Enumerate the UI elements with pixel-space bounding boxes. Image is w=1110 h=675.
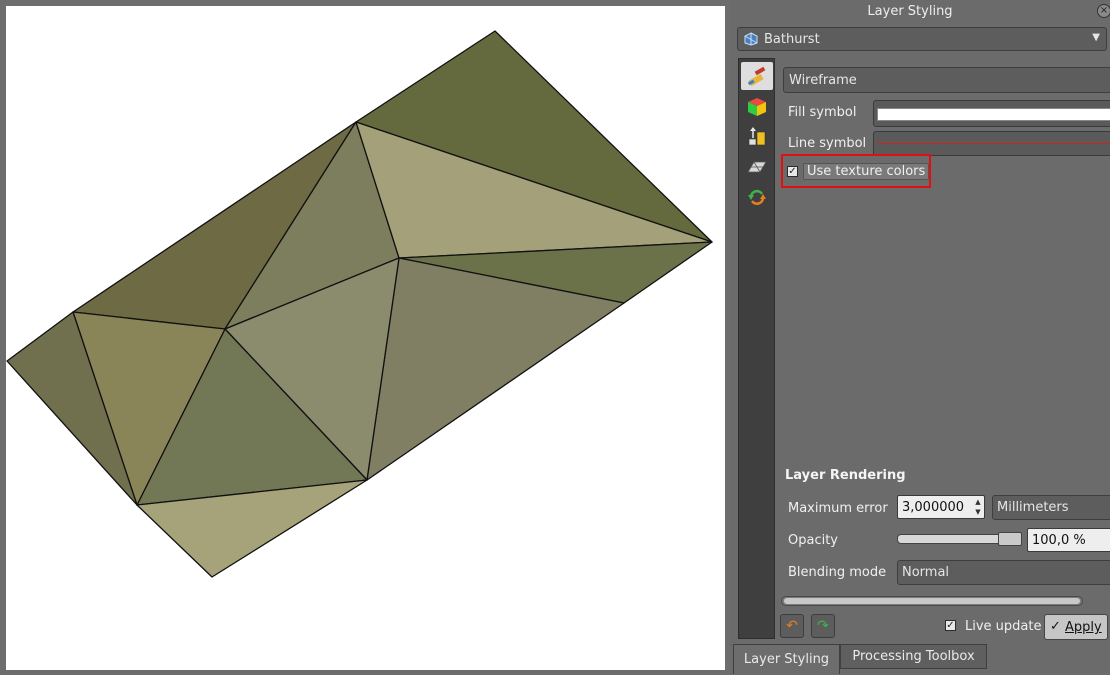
elevation-icon <box>748 127 766 146</box>
opacity-value: 100,0 % <box>1032 533 1086 548</box>
undo-button[interactable]: ↶ <box>780 614 804 638</box>
symbology-tab[interactable] <box>741 62 773 90</box>
use-texture-checkbox[interactable]: ✓ <box>787 166 798 177</box>
renderer-settings: Wireframe Fill symbol Line symbol ✓ Use … <box>776 58 1110 640</box>
style-tabs-bar <box>738 58 775 639</box>
fill-color-swatch <box>877 108 1110 121</box>
renderer-type-select[interactable]: Wireframe <box>783 67 1110 93</box>
mesh-render <box>6 30 713 578</box>
line-symbol-label: Line symbol <box>788 136 867 151</box>
history-icon <box>748 189 766 205</box>
tab-layer-styling[interactable]: Layer Styling <box>733 644 840 674</box>
3d-view-tab[interactable] <box>741 93 773 121</box>
close-icon[interactable]: × <box>1097 4 1110 18</box>
check-icon: ✓ <box>1050 619 1061 634</box>
opacity-input[interactable]: 100,0 % <box>1027 528 1110 552</box>
fill-symbol-label: Fill symbol <box>788 105 857 120</box>
live-update-checkbox[interactable]: ✓ <box>945 620 956 631</box>
opacity-slider-handle[interactable] <box>998 532 1022 546</box>
layer-name: Bathurst <box>764 32 820 47</box>
layer-selector[interactable]: Bathurst ▼ <box>737 27 1107 51</box>
max-error-unit-select[interactable]: Millimeters <box>992 495 1110 520</box>
elevation-tab[interactable] <box>741 123 773 151</box>
mesh-tab[interactable] <box>741 153 773 181</box>
use-texture-label[interactable]: Use texture colors <box>803 163 930 180</box>
paintbrush-icon <box>747 66 766 87</box>
chevron-down-icon: ▼ <box>1092 32 1100 43</box>
live-update-label: Live update <box>965 619 1042 634</box>
fill-symbol-button[interactable] <box>873 100 1110 127</box>
line-symbol-button[interactable] <box>873 131 1110 156</box>
renderer-type-value: Wireframe <box>789 73 857 88</box>
blending-mode-label: Blending mode <box>788 565 887 580</box>
cube-icon <box>748 98 766 116</box>
apply-label: Apply <box>1065 620 1102 635</box>
tab-processing-toolbox-label: Processing Toolbox <box>852 649 975 664</box>
mesh-layer-icon <box>744 32 758 46</box>
max-error-unit: Millimeters <box>997 500 1069 515</box>
spin-arrows-icon[interactable]: ▲ ▼ <box>973 497 983 517</box>
layer-styling-panel: Layer Styling × Bathurst ▼ Wireframe Fil… <box>730 0 1110 674</box>
max-error-input[interactable]: 3,000000 ▲ ▼ <box>897 495 985 519</box>
redo-icon: ↷ <box>817 618 829 634</box>
blending-mode-value: Normal <box>902 565 950 580</box>
blending-mode-select[interactable]: Normal <box>897 560 1110 585</box>
redo-button[interactable]: ↷ <box>811 614 835 638</box>
max-error-label: Maximum error <box>788 501 888 516</box>
panel-title: Layer Styling <box>867 4 953 19</box>
line-color-swatch <box>877 143 1110 144</box>
layer-rendering-heading: Layer Rendering <box>785 468 906 483</box>
map-canvas[interactable] <box>6 6 725 670</box>
max-error-value: 3,000000 <box>902 500 965 515</box>
horizontal-scrollbar[interactable] <box>781 596 1083 606</box>
history-tab[interactable] <box>741 183 773 211</box>
tab-processing-toolbox[interactable]: Processing Toolbox <box>840 644 987 669</box>
scrollbar-thumb[interactable] <box>784 598 1080 604</box>
undo-icon: ↶ <box>786 618 798 634</box>
mesh-icon <box>747 161 767 173</box>
opacity-label: Opacity <box>788 533 839 548</box>
tab-layer-styling-label: Layer Styling <box>743 652 830 667</box>
apply-button[interactable]: ✓ Apply <box>1044 614 1108 640</box>
